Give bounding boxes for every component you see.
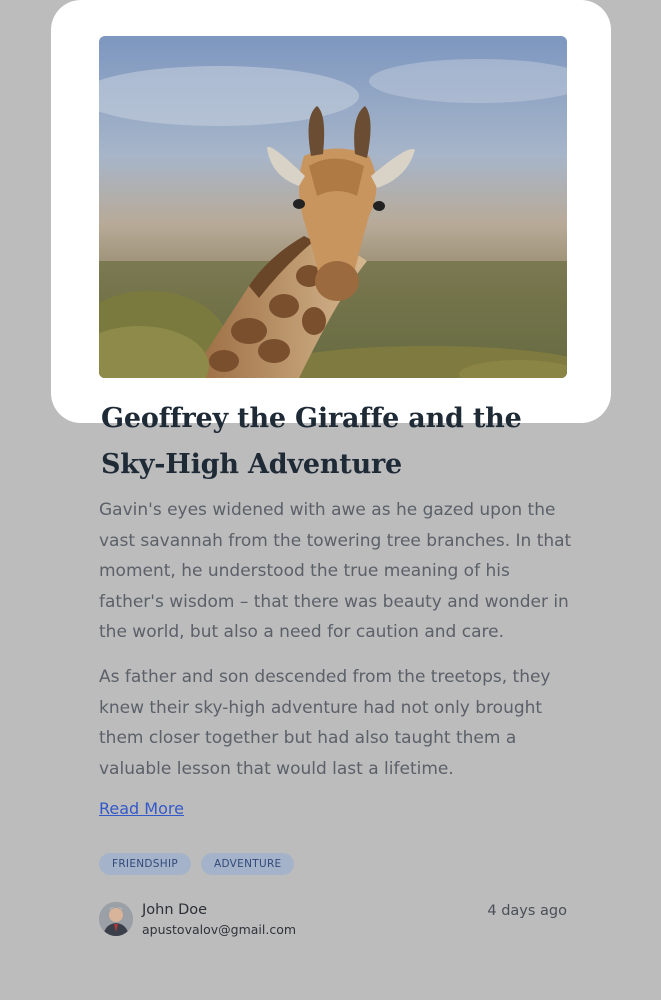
- author-name: John Doe: [142, 902, 208, 918]
- author-avatar: [99, 902, 133, 936]
- author-email: apustovalov@gmail.com: [142, 922, 297, 937]
- post-time: 4 days ago: [487, 903, 567, 919]
- user-avatar-icon: [99, 902, 133, 936]
- tag-friendship[interactable]: FRIENDSHIP: [99, 853, 191, 875]
- article-paragraph: Gavin's eyes widened with awe as he gaze…: [99, 500, 572, 642]
- giraffe-image: [99, 36, 567, 378]
- article-title: Geoffrey the Giraffe and the Sky-High Ad…: [101, 403, 522, 480]
- tag-adventure[interactable]: ADVENTURE: [201, 853, 295, 875]
- hero-image: [99, 36, 567, 378]
- read-more-link[interactable]: Read More: [99, 799, 184, 818]
- article-paragraph: As father and son descended from the tre…: [99, 667, 551, 779]
- page: Geoffrey the Giraffe and the Sky-High Ad…: [0, 0, 661, 1000]
